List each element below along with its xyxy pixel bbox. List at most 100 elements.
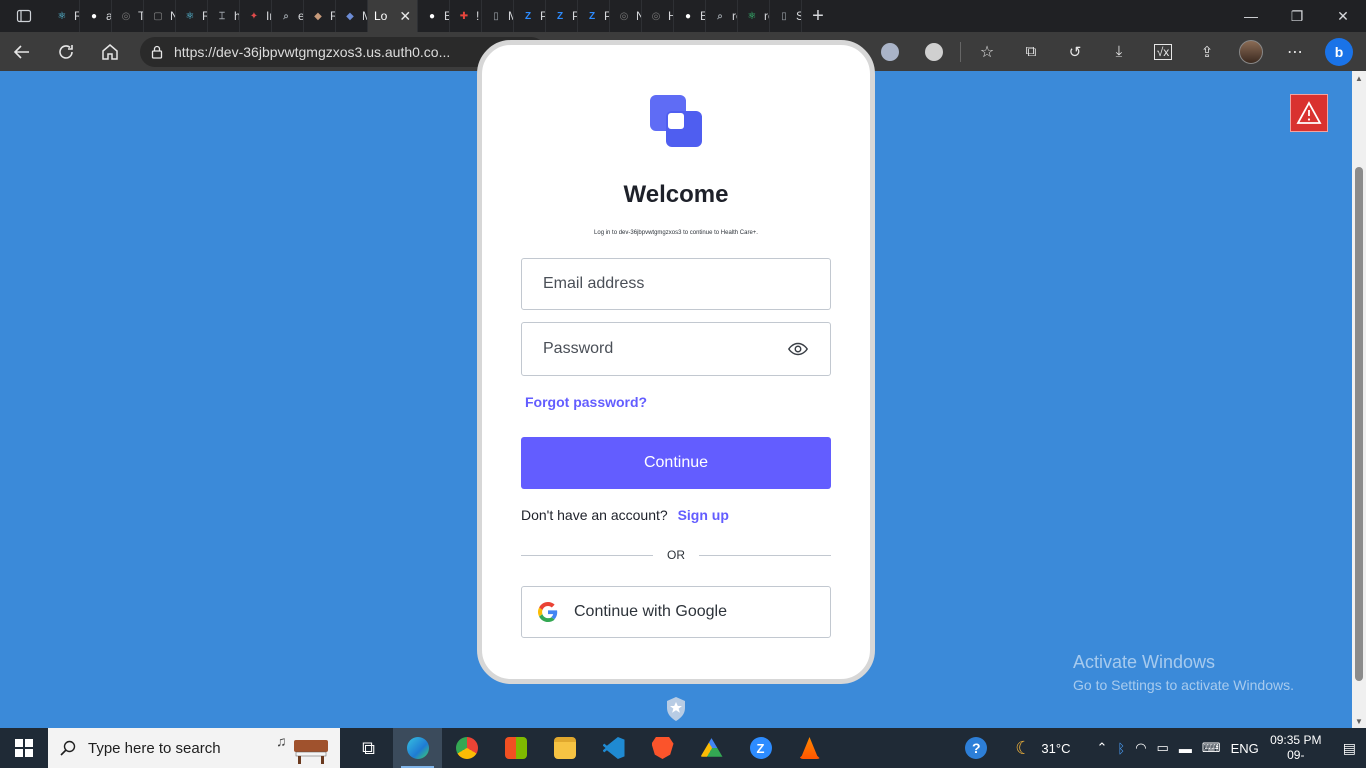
taskbar-clock[interactable]: 09:35 PM 09- (1269, 733, 1323, 763)
browser-tab[interactable]: ZPc (546, 0, 578, 32)
math-solver-icon[interactable]: √x (1141, 32, 1185, 71)
browser-tab[interactable]: ◆Re (304, 0, 336, 32)
browser-tab[interactable]: ⌶ht (208, 0, 240, 32)
tab-favicon-icon: ▯ (493, 10, 499, 22)
tab-favicon-icon: ● (684, 10, 692, 22)
svg-text:♫: ♫ (276, 733, 287, 749)
tab-close-icon[interactable]: ✕ (399, 8, 411, 25)
refresh-button[interactable] (44, 32, 88, 71)
taskbar-brave-icon[interactable] (638, 728, 687, 768)
tab-list: ⚛Re●as◎Ta▢Nı⚛Re⌶ht✦In⌕er◆Re◆MLo✕●Ec✚! S▯… (48, 0, 802, 32)
scroll-up-arrow-icon[interactable]: ▲ (1352, 71, 1366, 85)
battery-icon[interactable]: ▬ (1179, 741, 1192, 756)
browser-tab[interactable]: ◎Nı (610, 0, 642, 32)
activate-title: Activate Windows (1073, 652, 1216, 672)
browser-tab[interactable]: ▯Sc (770, 0, 802, 32)
tab-favicon-icon: ◎ (619, 10, 629, 22)
continue-button[interactable]: Continue (521, 437, 831, 489)
tab-favicon-icon: ● (90, 10, 98, 22)
signup-link[interactable]: Sign up (678, 507, 729, 523)
browser-tab[interactable]: ▢Nı (144, 0, 176, 32)
tab-favicon-icon: ⌶ (219, 10, 225, 22)
profile-avatar[interactable] (1229, 32, 1273, 71)
language-indicator[interactable]: ENG (1231, 741, 1259, 756)
browser-tab[interactable]: ●as (80, 0, 112, 32)
browser-extension-icon[interactable] (912, 32, 956, 71)
password-field[interactable] (521, 322, 831, 376)
window-controls: — ❐ ✕ (1228, 0, 1366, 32)
taskbar-chrome-icon[interactable] (442, 728, 491, 768)
page-scrollbar[interactable]: ▲ ▼ (1352, 71, 1366, 728)
windows-start-button[interactable] (0, 728, 48, 768)
tab-active[interactable]: Lo ✕ (368, 0, 418, 32)
close-window-button[interactable]: ✕ (1320, 0, 1366, 32)
tab-actions-icon[interactable] (0, 0, 48, 32)
taskbar-zoom-icon[interactable]: Z (736, 728, 785, 768)
more-menu-icon[interactable]: ⋯ (1273, 32, 1317, 71)
browser-tab[interactable]: ◆M (336, 0, 368, 32)
browser-tab[interactable]: ZPc (514, 0, 546, 32)
warning-button[interactable] (1290, 94, 1328, 132)
browser-tab[interactable]: ✚! S (450, 0, 482, 32)
password-input[interactable] (543, 340, 787, 358)
forgot-password-link[interactable]: Forgot password? (525, 394, 647, 410)
taskbar-vlc-icon[interactable] (785, 728, 834, 768)
taskbar-edge-icon[interactable] (393, 728, 442, 768)
minimize-button[interactable]: — (1228, 0, 1274, 32)
back-arrow-icon (13, 44, 29, 59)
meet-now-icon[interactable]: ▭ (1157, 740, 1169, 756)
task-view-icon[interactable]: ⧉ (344, 728, 393, 768)
help-icon[interactable]: ? (965, 737, 988, 759)
wifi-icon[interactable]: ◠ (1135, 740, 1146, 756)
browser-tab[interactable]: ⚛re (738, 0, 770, 32)
scroll-thumb[interactable] (1355, 167, 1363, 681)
piano-widget-icon: ♫ (276, 733, 328, 764)
home-button[interactable] (88, 32, 132, 71)
browser-tab[interactable]: ◎Hı (642, 0, 674, 32)
favorites-icon[interactable]: ☆ (965, 32, 1009, 71)
tab-favicon-icon: ◆ (346, 10, 354, 22)
email-field[interactable] (521, 258, 831, 310)
browser-tab[interactable]: ●Ec (418, 0, 450, 32)
taskbar-pinned-apps: ⧉ Z (344, 728, 834, 768)
browser-tab[interactable]: ✦In (240, 0, 272, 32)
downloads-icon[interactable]: ⤓ (1097, 32, 1141, 71)
show-password-icon[interactable] (787, 338, 809, 360)
tab-favicon-icon: ● (428, 10, 436, 22)
show-hidden-icons-icon[interactable]: ⌃ (1096, 740, 1107, 756)
history-icon[interactable]: ↺ (1053, 32, 1097, 71)
browser-tab[interactable]: ⚛Re (48, 0, 80, 32)
browser-tab[interactable]: ●Ec (674, 0, 706, 32)
browser-extension-icon[interactable] (868, 32, 912, 71)
notifications-icon[interactable]: ▤ (1343, 740, 1356, 757)
browser-tab[interactable]: ▯M (482, 0, 514, 32)
login-card: Welcome Log in to dev-36jbpvwtgmgzxos3 t… (477, 40, 875, 684)
restore-button[interactable]: ❐ (1274, 0, 1320, 32)
collections-icon[interactable]: ⧉ (1009, 32, 1053, 71)
back-button[interactable] (0, 32, 44, 71)
taskbar-drive-icon[interactable] (687, 728, 736, 768)
bing-copilot-icon[interactable]: b (1317, 32, 1361, 71)
share-icon[interactable]: ⇪ (1185, 32, 1229, 71)
browser-tab[interactable]: ⌕re (706, 0, 738, 32)
keyboard-icon[interactable]: ⌨ (1202, 740, 1221, 756)
tab-favicon-icon: ◎ (651, 10, 661, 22)
browser-tab[interactable]: ◎Ta (112, 0, 144, 32)
continue-with-google-button[interactable]: Continue with Google (521, 586, 831, 638)
taskbar-explorer-icon[interactable] (540, 728, 589, 768)
taskbar-vscode-icon[interactable] (589, 728, 638, 768)
new-tab-button[interactable]: + (802, 0, 834, 32)
weather-moon-icon[interactable]: ☾ (1015, 738, 1031, 759)
taskbar-search[interactable]: Type here to search ♫ (48, 728, 340, 768)
weather-temperature[interactable]: 31°C (1041, 741, 1070, 756)
email-input[interactable] (543, 275, 809, 293)
bluetooth-icon[interactable]: ᛒ (1117, 741, 1125, 756)
browser-tab[interactable]: ZPc (578, 0, 610, 32)
taskbar-store-icon[interactable] (491, 728, 540, 768)
browser-tab[interactable]: ⚛Re (176, 0, 208, 32)
browser-tab[interactable]: ⌕er (272, 0, 304, 32)
scroll-down-arrow-icon[interactable]: ▼ (1352, 714, 1366, 728)
auth0-badge-icon[interactable] (664, 696, 688, 722)
no-account-text: Don't have an account? (521, 507, 668, 523)
activate-windows-watermark: Activate Windows Go to Settings to activ… (1073, 652, 1294, 693)
